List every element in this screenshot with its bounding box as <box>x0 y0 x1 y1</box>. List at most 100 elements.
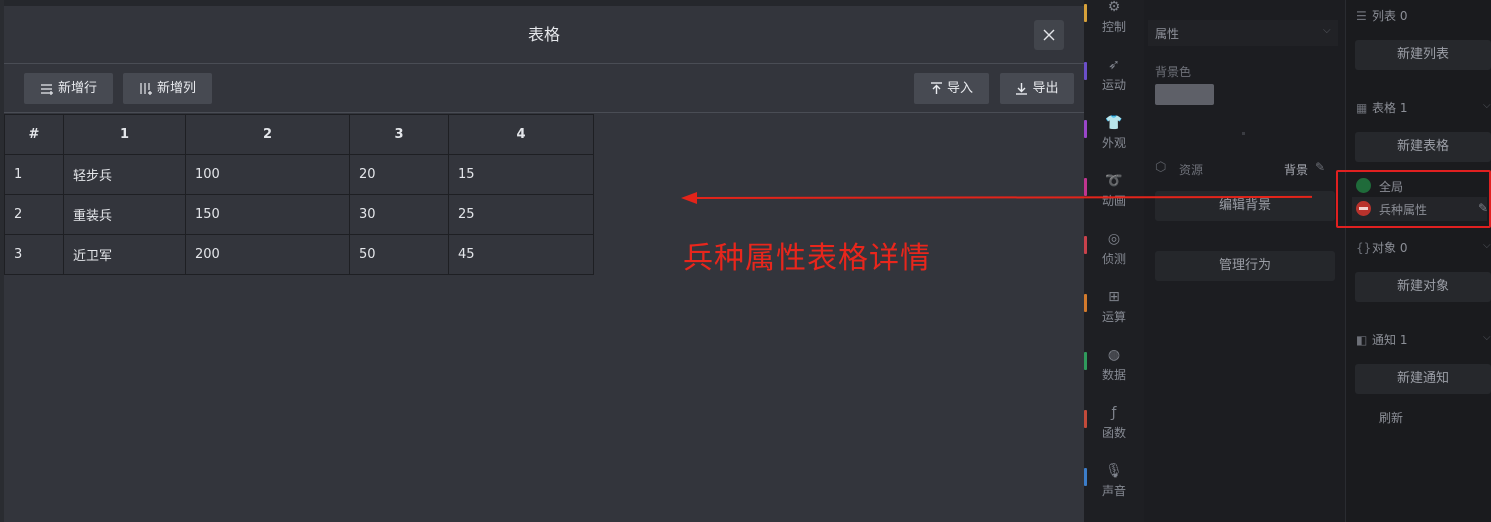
export-label: 导出 <box>1032 81 1059 96</box>
table-cell[interactable]: 30 <box>349 194 449 235</box>
column-header[interactable]: 1 <box>63 114 186 155</box>
close-icon <box>1043 29 1055 41</box>
new-list-button[interactable]: 新建列表 <box>1355 40 1491 70</box>
chevron-down-icon[interactable]: ⌵ <box>1483 100 1491 111</box>
category-color-bar <box>1084 236 1087 254</box>
list-section-header[interactable]: ☰ 列表 0 <box>1356 7 1407 24</box>
table-cell[interactable]: 15 <box>448 154 594 195</box>
chevron-down-icon[interactable]: ⌵ <box>1483 332 1491 343</box>
table-cell[interactable]: 25 <box>448 194 594 235</box>
control-icon: ⚙ <box>1107 0 1121 15</box>
column-header[interactable]: 4 <box>448 114 594 155</box>
cube-icon: ⬡ <box>1155 160 1167 175</box>
category-color-bar <box>1084 4 1087 22</box>
notice-section-label: 通知 1 <box>1372 333 1408 347</box>
table-cell[interactable]: 重装兵 <box>63 194 186 235</box>
category-function[interactable]: ƒ 函数 <box>1084 400 1144 458</box>
category-label: 函数 <box>1101 426 1126 440</box>
category-label: 动画 <box>1101 194 1126 208</box>
table-cell[interactable]: 轻步兵 <box>63 154 186 195</box>
category-color-bar <box>1084 352 1087 370</box>
category-color-bar <box>1084 294 1087 312</box>
export-button[interactable]: 导出 <box>1000 73 1074 104</box>
category-sensing[interactable]: ◎ 侦测 <box>1084 226 1144 284</box>
download-icon <box>1016 83 1028 95</box>
category-color-bar <box>1084 120 1087 138</box>
divider-dot <box>1242 132 1245 135</box>
resource-value: 背景 <box>1284 163 1309 177</box>
table-row: 3 近卫军 200 50 45 <box>4 234 594 275</box>
table-cell[interactable]: 45 <box>448 234 594 275</box>
new-object-button[interactable]: 新建对象 <box>1355 272 1491 302</box>
column-header[interactable]: 2 <box>185 114 350 155</box>
highlight-box <box>1336 170 1491 228</box>
manage-behavior-button[interactable]: 管理行为 <box>1155 251 1335 281</box>
category-label: 控制 <box>1101 20 1126 34</box>
notice-section-header[interactable]: ◧ 通知 1 <box>1356 331 1407 348</box>
chevron-down-icon[interactable]: ⌵ <box>1483 240 1491 251</box>
object-section-header[interactable]: {}对象 0 <box>1356 239 1407 256</box>
background-color-label: 背景色 <box>1155 65 1192 79</box>
upload-icon <box>930 82 942 94</box>
table-cell[interactable]: 100 <box>185 154 350 195</box>
annotation-text: 兵种属性表格详情 <box>683 241 931 276</box>
category-rail: ⚙ 控制 ➶ 运动 👕 外观 ➰ 动画 ◎ 侦测 ⊞ 运算 ◍ 数据 ƒ 函数 🎙 声音 <box>1084 0 1144 522</box>
import-button[interactable]: 导入 <box>914 73 989 104</box>
column-header[interactable]: 3 <box>349 114 449 155</box>
add-column-button[interactable]: 新增列 <box>123 73 212 104</box>
row-index: 2 <box>4 194 64 235</box>
refresh-link[interactable]: 刷新 <box>1379 409 1403 426</box>
category-label: 运动 <box>1101 78 1126 92</box>
pencil-icon[interactable]: ✎ <box>1315 160 1325 174</box>
add-column-icon <box>140 83 152 95</box>
modal-header: 表格 <box>4 6 1084 64</box>
table-cell[interactable]: 150 <box>185 194 350 235</box>
app-root: ⚙ 控制 ➶ 运动 👕 外观 ➰ 动画 ◎ 侦测 ⊞ 运算 ◍ 数据 ƒ 函数 🎙 声音 属性 ⌵ 背景色 ⬡ 资… <box>0 0 1491 522</box>
close-button[interactable] <box>1034 20 1064 50</box>
category-label: 外观 <box>1101 136 1126 150</box>
column-header[interactable]: # <box>4 114 64 155</box>
looks-icon: 👕 <box>1105 115 1123 131</box>
category-label: 侦测 <box>1101 252 1126 266</box>
background-color-swatch[interactable] <box>1155 84 1214 105</box>
table-section-header[interactable]: ▦ 表格 1 <box>1356 99 1407 116</box>
table-header-row: # 1 2 3 4 <box>4 114 594 155</box>
motion-icon: ➶ <box>1108 57 1120 73</box>
modal-title: 表格 <box>527 25 560 44</box>
animation-icon: ➰ <box>1105 173 1123 189</box>
chevron-down-icon[interactable]: ⌵ <box>1323 25 1331 36</box>
add-row-icon <box>40 83 53 95</box>
add-column-label: 新增列 <box>156 81 196 96</box>
new-notice-button[interactable]: 新建通知 <box>1355 364 1491 394</box>
category-color-bar <box>1084 468 1087 486</box>
category-looks[interactable]: 👕 外观 <box>1084 110 1144 168</box>
table-cell[interactable]: 200 <box>185 234 350 275</box>
category-label: 数据 <box>1101 368 1126 382</box>
sound-icon: 🎙 <box>1105 463 1123 479</box>
category-data[interactable]: ◍ 数据 <box>1084 342 1144 400</box>
table-section-label: 表格 1 <box>1372 101 1408 115</box>
table-cell[interactable]: 50 <box>349 234 449 275</box>
table-cell[interactable]: 20 <box>349 154 449 195</box>
data-table: # 1 2 3 4 1 轻步兵 100 20 15 2 重装兵 150 30 2… <box>4 114 594 275</box>
table-row: 1 轻步兵 100 20 15 <box>4 154 594 195</box>
category-motion[interactable]: ➶ 运动 <box>1084 52 1144 110</box>
resource-sidebar <box>1345 0 1491 522</box>
category-operators[interactable]: ⊞ 运算 <box>1084 284 1144 342</box>
resource-label: 资源 <box>1179 163 1204 177</box>
category-label: 运算 <box>1101 310 1126 324</box>
annotation-arrow-head <box>681 192 697 204</box>
category-control[interactable]: ⚙ 控制 <box>1084 0 1144 52</box>
modal-toolbar: 新增行 新增列 导入 导出 <box>4 65 1084 113</box>
table-cell[interactable]: 近卫军 <box>63 234 186 275</box>
category-color-bar <box>1084 410 1087 428</box>
function-icon: ƒ <box>1111 405 1117 421</box>
add-row-button[interactable]: 新增行 <box>24 73 113 104</box>
list-icon: ☰ <box>1356 9 1367 23</box>
add-row-label: 新增行 <box>57 81 97 96</box>
category-sound[interactable]: 🎙 声音 <box>1084 458 1144 516</box>
list-section-label: 列表 0 <box>1372 9 1408 23</box>
new-table-button[interactable]: 新建表格 <box>1355 132 1491 162</box>
row-index: 3 <box>4 234 64 275</box>
property-panel-title: 属性 <box>1155 27 1180 41</box>
